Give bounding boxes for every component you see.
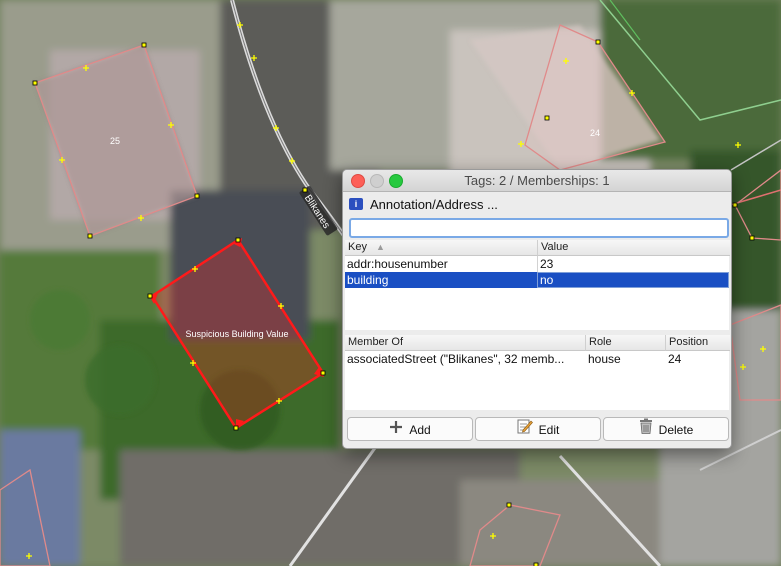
tags-table: Key ▲ Value addr:housenumber 23 building… <box>345 240 730 330</box>
membership-role[interactable]: house <box>588 351 663 367</box>
tag-search-input[interactable] <box>349 218 729 238</box>
dialog-title: Tags: 2 / Memberships: 1 <box>464 173 610 188</box>
sort-ascending-icon: ▲ <box>376 242 385 252</box>
edit-icon <box>517 418 533 441</box>
tag-key[interactable]: addr:housenumber <box>347 256 535 272</box>
tag-value[interactable]: 23 <box>540 256 726 272</box>
info-icon: i <box>349 198 363 210</box>
column-header-key[interactable]: Key ▲ <box>345 240 537 256</box>
column-header-role[interactable]: Role <box>585 335 666 351</box>
dialog-titlebar[interactable]: Tags: 2 / Memberships: 1 <box>343 170 731 192</box>
table-row[interactable]: associatedStreet ("Blikanes", 32 memb...… <box>345 351 729 367</box>
building-label-24: 24 <box>590 128 600 138</box>
svg-text:Suspicious Building Value: Suspicious Building Value <box>186 329 289 339</box>
plus-icon <box>389 419 403 441</box>
column-header-value[interactable]: Value <box>537 240 730 256</box>
tag-value[interactable]: no <box>540 272 726 288</box>
table-row[interactable]: addr:housenumber 23 <box>345 256 729 272</box>
membership-position[interactable]: 24 <box>668 351 728 367</box>
properties-dialog: Tags: 2 / Memberships: 1 i Annotation/Ad… <box>342 169 732 449</box>
trash-icon <box>639 418 653 441</box>
table-row-selected[interactable]: building no <box>345 272 729 288</box>
column-header-position[interactable]: Position <box>665 335 730 351</box>
memberships-table: Member Of Role Position associatedStreet… <box>345 335 730 410</box>
building-label-25: 25 <box>110 136 120 146</box>
edit-button[interactable]: Edit <box>475 417 601 441</box>
preset-label[interactable]: Annotation/Address ... <box>370 197 498 212</box>
delete-button[interactable]: Delete <box>603 417 729 441</box>
tag-key[interactable]: building <box>347 272 535 288</box>
add-button[interactable]: Add <box>347 417 473 441</box>
membership-relation[interactable]: associatedStreet ("Blikanes", 32 memb... <box>347 351 583 367</box>
column-header-member-of[interactable]: Member Of <box>345 335 585 351</box>
